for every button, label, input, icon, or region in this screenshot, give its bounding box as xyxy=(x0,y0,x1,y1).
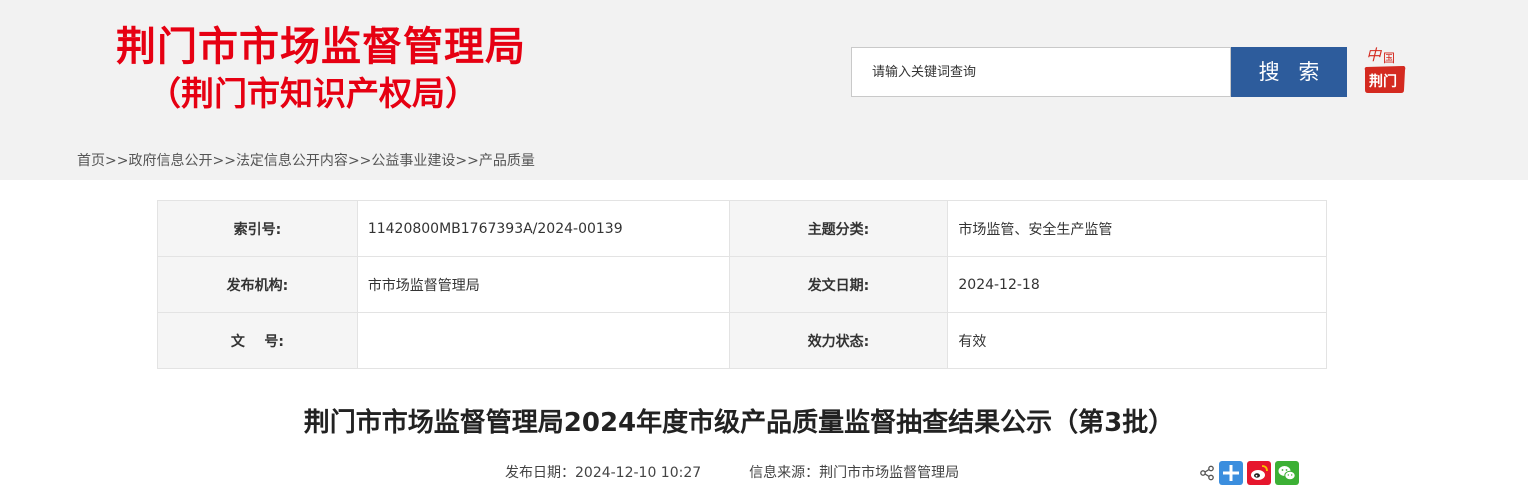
svg-text:荆门: 荆门 xyxy=(1369,73,1397,90)
wechat-icon[interactable] xyxy=(1275,461,1299,485)
topic-label: 主题分类: xyxy=(728,200,949,257)
publisher-label: 发布机构: xyxy=(157,256,358,313)
table-row: 发布机构: 市市场监督管理局 发文日期: 2024-12-18 xyxy=(157,256,1327,313)
status-label: 效力状态: xyxy=(728,312,949,369)
search-box xyxy=(851,47,1231,97)
share-icon xyxy=(1199,465,1215,481)
topic-value: 市场监管、安全生产监管 xyxy=(947,200,1327,257)
site-header: 荆门市市场监督管理局 （荆门市知识产权局） 搜 索 中 国 荆门 首页>>政府信… xyxy=(0,0,1528,180)
docno-label: 文 号: xyxy=(157,312,358,369)
breadcrumb-legal-info[interactable]: 法定信息公开内容 xyxy=(236,153,348,169)
breadcrumb-separator: >> xyxy=(105,153,129,169)
qzone-plus-icon[interactable] xyxy=(1219,461,1243,485)
info-source: 信息来源：荆门市市场监督管理局 xyxy=(749,465,960,481)
docno-value xyxy=(356,312,730,369)
search-input[interactable] xyxy=(852,48,1230,96)
china-jingmen-logo[interactable]: 中 国 荆门 xyxy=(1362,44,1408,96)
svg-text:国: 国 xyxy=(1383,51,1395,65)
article-title: 荆门市市场监督管理局2024年度市级产品质量监督抽查结果公示（第3批） xyxy=(303,408,1175,438)
breadcrumb-home[interactable]: 首页 xyxy=(77,153,105,169)
table-row: 索引号: 11420800MB1767393A/2024-00139 主题分类:… xyxy=(157,200,1327,257)
breadcrumb-separator: >> xyxy=(347,153,372,169)
breadcrumb-separator: >> xyxy=(455,153,479,169)
article-meta: 发布日期：2024-12-10 10:27 信息来源：荆门市市场监督管理局 xyxy=(505,462,959,484)
breadcrumb-gov-info[interactable]: 政府信息公开 xyxy=(128,153,212,169)
table-row: 文 号: 效力状态: 有效 xyxy=(157,312,1327,369)
breadcrumb-product-quality[interactable]: 产品质量 xyxy=(479,153,535,169)
svg-text:中: 中 xyxy=(1366,46,1383,64)
breadcrumb-public-welfare[interactable]: 公益事业建设 xyxy=(371,153,455,169)
search-button[interactable]: 搜 索 xyxy=(1231,47,1347,97)
share-bar xyxy=(1199,460,1299,486)
index-value: 11420800MB1767393A/2024-00139 xyxy=(356,200,730,257)
date-label: 发文日期: xyxy=(728,256,949,313)
publisher-value: 市市场监督管理局 xyxy=(356,256,730,313)
status-value: 有效 xyxy=(947,312,1327,369)
index-label: 索引号: xyxy=(157,200,358,257)
weibo-icon[interactable] xyxy=(1247,461,1271,485)
site-title[interactable]: 荆门市市场监督管理局 （荆门市知识产权局） xyxy=(106,22,536,116)
site-title-line1: 荆门市市场监督管理局 xyxy=(116,24,526,70)
site-title-line2: （荆门市知识产权局） xyxy=(148,74,478,113)
breadcrumb-separator: >> xyxy=(212,153,236,169)
breadcrumb: 首页>>政府信息公开>>法定信息公开内容>>公益事业建设>>产品质量 xyxy=(77,150,535,172)
date-value: 2024-12-18 xyxy=(947,256,1327,313)
publish-date: 发布日期：2024-12-10 10:27 xyxy=(505,465,702,481)
document-meta-table: 索引号: 11420800MB1767393A/2024-00139 主题分类:… xyxy=(157,200,1327,369)
